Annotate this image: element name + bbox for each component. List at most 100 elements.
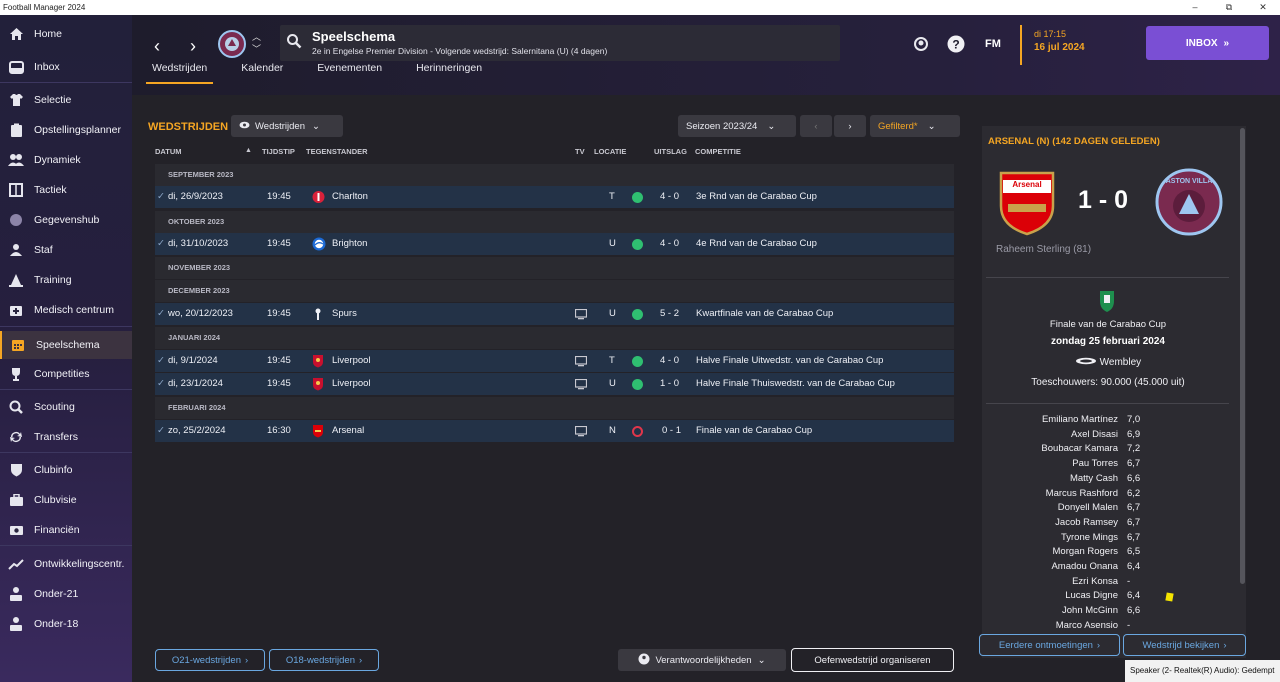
sidebar-item-financien[interactable]: Financiën — [0, 516, 132, 544]
sidebar-item-clubinfo[interactable]: Clubinfo — [0, 456, 132, 484]
previous-season-button[interactable]: ‹ — [800, 115, 832, 137]
club-switch-arrows-icon[interactable]: ︿ ﹀ — [252, 31, 261, 55]
match-result[interactable]: 0 - 1 — [662, 420, 681, 442]
tab-herinneringen[interactable]: Herinneringen — [410, 60, 488, 84]
match-time: 19:45 — [267, 378, 291, 389]
player-rating-row[interactable]: Donyell Malen 6,7 — [982, 502, 1246, 517]
player-rating-row[interactable]: Morgan Rogers 6,5 — [982, 546, 1246, 561]
u18-matches-button[interactable]: O18-wedstrijden › — [269, 649, 379, 671]
match-row[interactable]: ✓ di, 26/9/2023 19:45 Charlton T 4 - 0 3… — [155, 186, 954, 208]
match-row[interactable]: ✓ di, 23/1/2024 19:45 Liverpool U 1 - 0 … — [155, 373, 954, 395]
sidebar-item-selectie[interactable]: Selectie — [0, 86, 132, 114]
u18-matches-label: O18-wedstrijden — [285, 654, 355, 666]
tab-wedstrijden[interactable]: Wedstrijden — [146, 60, 214, 84]
match-competition[interactable]: Halve Finale Uitwedstr. van de Carabao C… — [696, 350, 883, 372]
match-opponent[interactable]: Arsenal — [332, 420, 364, 442]
sidebar-item-speelschema[interactable]: Speelschema — [0, 331, 132, 359]
column-header-time[interactable]: TIJDSTIP — [262, 147, 295, 156]
current-date[interactable]: di 17:15 16 jul 2024 — [1020, 25, 1138, 65]
match-opponent[interactable]: Brighton — [332, 233, 367, 255]
player-rating-row[interactable]: Amadou Onana 6,4 — [982, 561, 1246, 576]
organize-friendly-button[interactable]: Oefenwedstrijd organiseren — [791, 648, 954, 672]
manager-icon[interactable] — [910, 33, 932, 55]
match-competition[interactable]: Kwartfinale van de Carabao Cup — [696, 303, 833, 325]
close-button[interactable]: ✕ — [1246, 0, 1280, 15]
column-header-date[interactable]: DATUM — [155, 147, 182, 156]
season-dropdown[interactable]: Seizoen 2023/24 ⌄ — [678, 115, 796, 137]
match-opponent[interactable]: Charlton — [332, 186, 368, 208]
player-rating-row[interactable]: Jacob Ramsey 6,7 — [982, 517, 1246, 532]
sidebar-item-training[interactable]: Training — [0, 266, 132, 294]
sidebar-item-staf[interactable]: Staf — [0, 236, 132, 264]
forward-arrow-icon[interactable]: › — [182, 35, 204, 57]
player-rating-row[interactable]: Pau Torres 6,7 — [982, 458, 1246, 473]
column-header-opponent[interactable]: TEGENSTANDER — [306, 147, 368, 156]
column-header-location[interactable]: LOCATIE — [594, 147, 626, 156]
match-result[interactable]: 4 - 0 — [660, 233, 679, 255]
player-rating-row[interactable]: Matty Cash 6,6 — [982, 473, 1246, 488]
sidebar-item-gegevenshub[interactable]: Gegevenshub — [0, 206, 132, 234]
responsibilities-dropdown[interactable]: Verantwoordelijkheden ⌄ — [618, 649, 786, 671]
match-competition[interactable]: 3e Rnd van de Carabao Cup — [696, 186, 817, 208]
match-competition[interactable]: Finale van de Carabao Cup — [696, 420, 812, 442]
page-search-box[interactable]: Speelschema 2e in Engelse Premier Divisi… — [280, 25, 840, 61]
match-result[interactable]: 1 - 0 — [660, 373, 679, 395]
player-rating-row[interactable]: Marco Asensio - — [982, 620, 1246, 635]
sidebar-item-tactiek[interactable]: Tactiek — [0, 176, 132, 204]
match-result[interactable]: 4 - 0 — [660, 186, 679, 208]
player-rating-row[interactable]: Axel Disasi 6,9 — [982, 429, 1246, 444]
match-competition[interactable]: Halve Finale Thuiswedstr. van de Carabao… — [696, 373, 895, 395]
club-badge-icon[interactable] — [218, 29, 246, 59]
view-match-button[interactable]: Wedstrijd bekijken › — [1123, 634, 1246, 656]
sidebar-item-opstellingsplanner[interactable]: Opstellingsplanner — [0, 116, 132, 144]
inbox-continue-button[interactable]: INBOX » — [1146, 26, 1269, 60]
player-rating-row[interactable]: John McGinn 6,6 — [982, 605, 1246, 620]
tab-kalender[interactable]: Kalender — [235, 60, 289, 84]
view-dropdown[interactable]: Wedstrijden ⌄ — [231, 115, 343, 137]
match-result[interactable]: 5 - 2 — [660, 303, 679, 325]
minimize-button[interactable]: – — [1178, 0, 1212, 15]
player-rating-row[interactable]: Marcus Rashford 6,2 — [982, 488, 1246, 503]
sidebar-item-home[interactable]: Home — [0, 20, 132, 48]
previous-meetings-button[interactable]: Eerdere ontmoetingen › — [979, 634, 1120, 656]
player-name: Donyell Malen — [1057, 502, 1118, 514]
column-header-result[interactable]: UITSLAG — [654, 147, 687, 156]
sidebar-item-onder-18[interactable]: Onder-18 — [0, 610, 132, 638]
match-row[interactable]: ✓ di, 9/1/2024 19:45 Liverpool T 4 - 0 H… — [155, 350, 954, 372]
sidebar-item-ontwikkelingscentrum[interactable]: Ontwikkelingscentr. — [0, 550, 132, 578]
match-opponent[interactable]: Liverpool — [332, 350, 371, 372]
sidebar-item-label: Onder-21 — [34, 588, 79, 600]
player-rating-row[interactable]: Lucas Digne 6,4 — [982, 590, 1246, 605]
player-rating-row[interactable]: Boubacar Kamara 7,2 — [982, 443, 1246, 458]
help-icon[interactable]: ? — [945, 33, 967, 55]
fm-menu-button[interactable]: FM — [982, 33, 1004, 55]
next-season-button[interactable]: › — [834, 115, 866, 137]
sidebar-item-competities[interactable]: Competities — [0, 360, 132, 388]
sidebar-item-inbox[interactable]: Inbox — [0, 53, 132, 81]
match-opponent[interactable]: Spurs — [332, 303, 357, 325]
match-row[interactable]: ✓ di, 31/10/2023 19:45 Brighton U 4 - 0 … — [155, 233, 954, 255]
u21-matches-button[interactable]: O21-wedstrijden › — [155, 649, 265, 671]
player-rating-row[interactable]: Tyrone Mings 6,7 — [982, 532, 1246, 547]
column-header-tv[interactable]: TV — [575, 147, 585, 156]
match-opponent[interactable]: Liverpool — [332, 373, 371, 395]
player-rating-row[interactable]: Ezri Konsa - — [982, 576, 1246, 591]
panel-scrollbar[interactable] — [1240, 128, 1245, 584]
player-rating-row[interactable]: Emiliano Martínez 7,0 — [982, 414, 1246, 429]
maximize-button[interactable]: ⧉ — [1212, 0, 1246, 15]
sidebar-item-scouting[interactable]: Scouting — [0, 393, 132, 421]
sidebar-item-onder-21[interactable]: Onder-21 — [0, 580, 132, 608]
back-arrow-icon[interactable]: ‹ — [146, 35, 168, 57]
match-row[interactable]: ✓ zo, 25/2/2024 16:30 Arsenal N 0 - 1 Fi… — [155, 420, 954, 442]
sidebar-item-dynamiek[interactable]: Dynamiek — [0, 146, 132, 174]
sidebar-item-clubvisie[interactable]: Clubvisie — [0, 486, 132, 514]
match-result[interactable]: 4 - 0 — [660, 350, 679, 372]
match-competition[interactable]: 4e Rnd van de Carabao Cup — [696, 233, 817, 255]
column-header-competition[interactable]: COMPETITIE — [695, 147, 741, 156]
player-rating: 6,4 — [1127, 561, 1141, 572]
match-row[interactable]: ✓ wo, 20/12/2023 19:45 Spurs U 5 - 2 Kwa… — [155, 303, 954, 325]
tab-evenementen[interactable]: Evenementen — [311, 60, 388, 84]
filter-dropdown[interactable]: Gefilterd* ⌄ — [870, 115, 960, 137]
sidebar-item-medisch-centrum[interactable]: Medisch centrum — [0, 296, 132, 324]
sidebar-item-transfers[interactable]: Transfers — [0, 423, 132, 451]
